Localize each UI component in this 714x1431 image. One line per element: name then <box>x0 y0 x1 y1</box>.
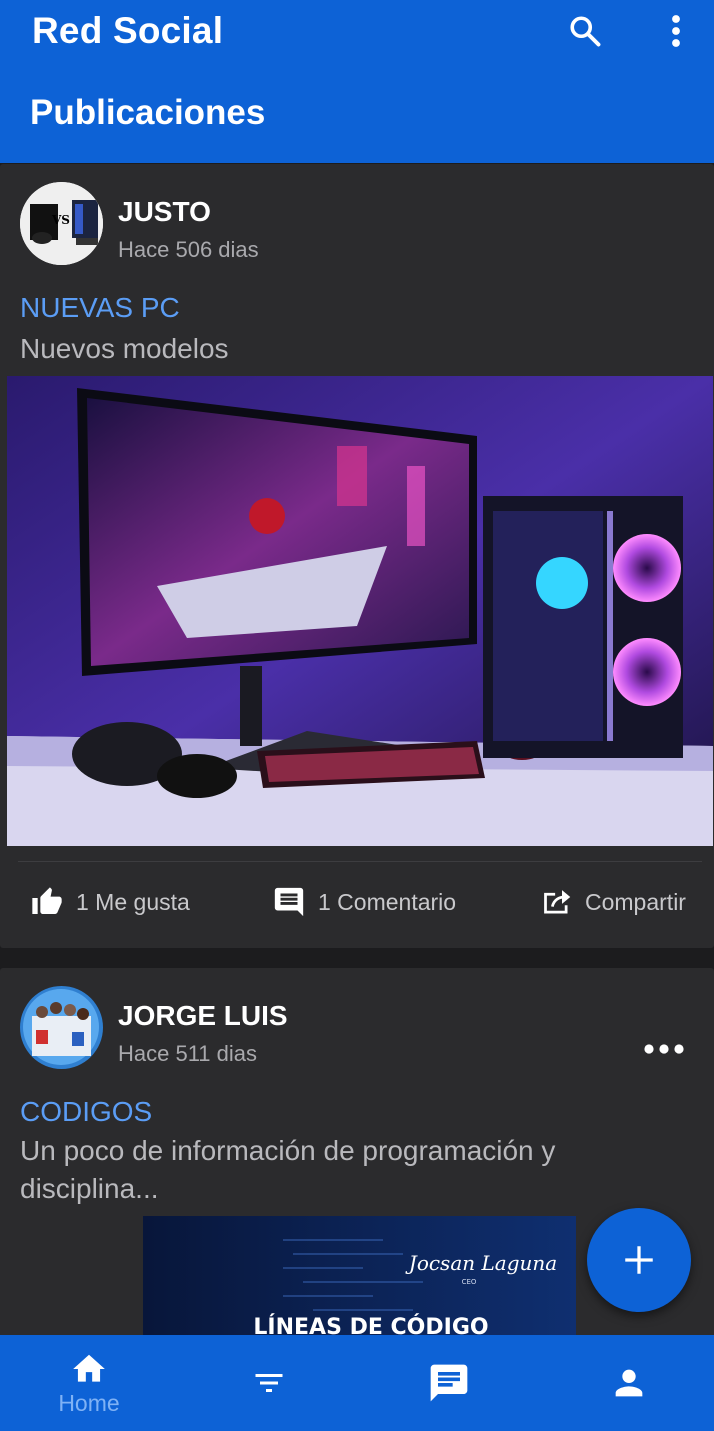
svg-text:VS: VS <box>51 213 70 227</box>
post-body: Un poco de información de programación y… <box>20 1135 556 1204</box>
thumb-up-icon <box>32 887 62 914</box>
like-button[interactable]: 1 Me gusta <box>30 880 190 924</box>
post-author[interactable]: JORGE LUIS <box>118 1000 288 1032</box>
share-label: Compartir <box>585 888 686 915</box>
avatar-image: VS <box>20 182 103 265</box>
nav-messages[interactable] <box>360 1335 538 1431</box>
home-icon <box>73 1354 105 1382</box>
nav-profile[interactable] <box>540 1335 714 1431</box>
divider <box>18 861 702 862</box>
avatar-image <box>20 986 103 1069</box>
bottom-navigation: Home <box>0 1335 714 1431</box>
comment-count: 1 Comentario <box>318 888 457 915</box>
nav-home-label: Home <box>58 1389 120 1416</box>
app-bar: Red Social Publicaciones <box>0 0 714 163</box>
post-options-button[interactable] <box>638 1034 690 1064</box>
avatar[interactable] <box>20 986 103 1069</box>
page-title: Publicaciones <box>30 93 266 132</box>
code-banner-image: Jocsan Laguna CEO LÍNEAS DE CÓDIGO <box>143 1216 576 1348</box>
post-author[interactable]: JUSTO <box>118 196 211 228</box>
post-time: Hace 511 dias <box>118 1041 258 1066</box>
post-title: CODIGOS <box>20 1096 153 1127</box>
svg-text:Jocsan Laguna: Jocsan Laguna <box>405 1251 557 1275</box>
gaming-pc-image <box>7 376 713 846</box>
comment-icon <box>274 887 304 917</box>
comment-button[interactable]: 1 Comentario <box>272 880 456 924</box>
share-button[interactable]: Compartir <box>540 880 686 924</box>
post-image[interactable]: Jocsan Laguna CEO LÍNEAS DE CÓDIGO <box>143 1216 576 1348</box>
share-icon <box>544 889 571 913</box>
nav-filter[interactable] <box>180 1335 358 1431</box>
post-body: Nuevos modelos <box>20 333 229 364</box>
person-icon <box>615 1369 643 1397</box>
like-count: 1 Me gusta <box>76 888 190 915</box>
more-horiz-icon <box>644 1044 684 1054</box>
post-card: VS JUSTO Hace 506 dias NUEVAS PC Nuevos … <box>0 164 714 948</box>
post-time: Hace 506 dias <box>118 237 259 262</box>
app-title: Red Social <box>32 10 224 51</box>
new-post-fab[interactable] <box>587 1208 691 1312</box>
overflow-menu-button[interactable] <box>650 6 702 56</box>
svg-text:CEO: CEO <box>462 1278 477 1286</box>
plus-icon <box>625 1246 653 1274</box>
search-icon <box>570 16 601 47</box>
post-title: NUEVAS PC <box>20 292 180 323</box>
avatar[interactable]: VS <box>20 182 103 265</box>
search-button[interactable] <box>559 6 611 56</box>
more-vert-icon <box>672 15 680 47</box>
post-image[interactable] <box>7 376 713 846</box>
chat-icon <box>430 1364 468 1402</box>
nav-home[interactable]: Home <box>0 1335 178 1431</box>
filter-icon <box>255 1374 283 1392</box>
